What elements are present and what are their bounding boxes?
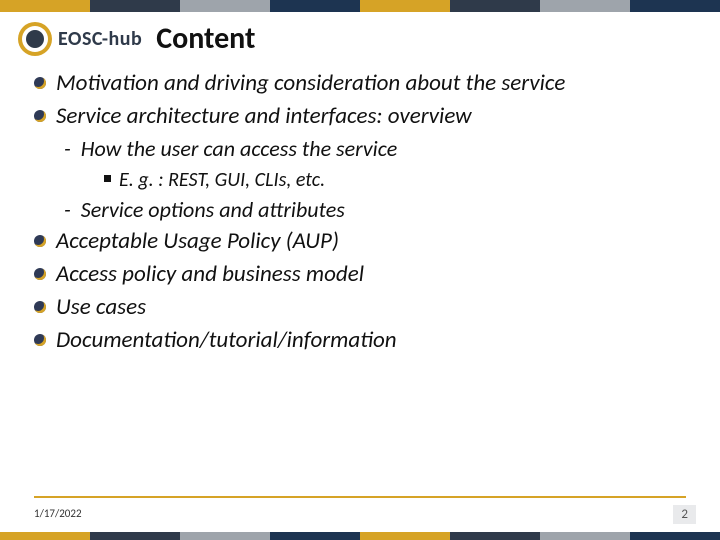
bullet-text: Access policy and business model [56, 259, 364, 290]
footer-divider [34, 496, 686, 498]
bullet-text: Use cases [56, 292, 146, 323]
bullet-level1: Documentation/tutorial/information [34, 325, 690, 356]
bullet-level1: Access policy and business model [34, 259, 690, 290]
slide-header: EOSC-hub Content [18, 20, 702, 57]
bullet-text: Acceptable Usage Policy (AUP) [56, 226, 339, 257]
eosc-hub-logo: EOSC-hub [18, 22, 142, 56]
footer-date: 1/17/2022 [34, 507, 82, 520]
bullet-icon [34, 77, 46, 89]
logo-icon [18, 22, 52, 56]
bullet-icon [34, 301, 46, 313]
slide-content: Motivation and driving consideration abo… [34, 68, 690, 358]
bullet-level1: Motivation and driving consideration abo… [34, 68, 690, 99]
bullet-text: How the user can access the service [81, 134, 398, 165]
bullet-icon [34, 268, 46, 280]
bottom-ribbon [0, 532, 720, 540]
bullet-icon [34, 334, 46, 346]
bullet-level1: Service architecture and interfaces: ove… [34, 101, 690, 132]
bullet-level3: E. g. : REST, GUI, CLIs, etc. [104, 165, 690, 195]
dash-icon: - [64, 134, 71, 165]
bullet-text: Documentation/tutorial/information [56, 325, 397, 356]
bullet-level2: - How the user can access the service [64, 134, 690, 165]
bullet-text: Service options and attributes [81, 195, 345, 226]
slide-title: Content [156, 20, 255, 57]
square-icon [104, 175, 111, 182]
bullet-level1: Use cases [34, 292, 690, 323]
bullet-text: E. g. : REST, GUI, CLIs, etc. [119, 165, 325, 195]
bullet-text: Service architecture and interfaces: ove… [56, 101, 472, 132]
bullet-icon [34, 110, 46, 122]
bullet-level2: - Service options and attributes [64, 195, 690, 226]
bullet-icon [34, 235, 46, 247]
bullet-text: Motivation and driving consideration abo… [56, 68, 565, 99]
bullet-level1: Acceptable Usage Policy (AUP) [34, 226, 690, 257]
dash-icon: - [64, 195, 71, 226]
top-ribbon [0, 0, 720, 12]
logo-text: EOSC-hub [58, 27, 142, 51]
page-number: 2 [673, 505, 696, 524]
